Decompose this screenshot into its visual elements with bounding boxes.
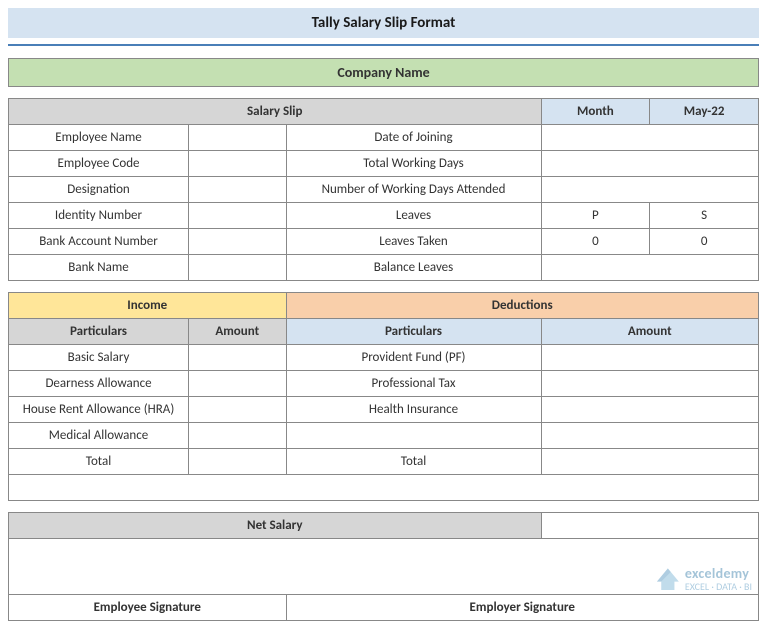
field-label: Bank Name — [9, 255, 189, 281]
income-total-label: Total — [9, 449, 189, 475]
company-name: Company Name — [9, 59, 759, 87]
deduction-amount[interactable] — [541, 423, 759, 449]
leaves-col-s: S — [650, 203, 759, 229]
field-value[interactable] — [541, 125, 759, 151]
blank-row — [9, 475, 759, 501]
col-particulars: Particulars — [9, 319, 189, 345]
net-salary-amount[interactable] — [541, 513, 759, 539]
income-total-amount[interactable] — [189, 449, 287, 475]
deduction-item: Professional Tax — [286, 371, 541, 397]
deduction-item — [286, 423, 541, 449]
deductions-header: Deductions — [286, 293, 759, 319]
title-rule — [8, 44, 759, 46]
field-label: Number of Working Days Attended — [286, 177, 541, 203]
field-label: Employee Code — [9, 151, 189, 177]
watermark: exceldemy EXCEL · DATA · BI — [657, 567, 752, 592]
salary-slip-table: Company Name Salary Slip Month May-22 Em… — [8, 58, 759, 621]
deduction-amount[interactable] — [541, 397, 759, 423]
income-amount[interactable] — [189, 345, 287, 371]
income-amount[interactable] — [189, 371, 287, 397]
income-amount[interactable] — [189, 397, 287, 423]
field-value[interactable] — [189, 229, 287, 255]
employer-signature-label: Employer Signature — [286, 595, 759, 621]
field-label: Employee Name — [9, 125, 189, 151]
field-value[interactable] — [541, 255, 759, 281]
month-value: May-22 — [650, 99, 759, 125]
field-label: Leaves Taken — [286, 229, 541, 255]
leaves-col-p: P — [541, 203, 650, 229]
income-header: Income — [9, 293, 287, 319]
deduction-total-amount[interactable] — [541, 449, 759, 475]
field-label: Designation — [9, 177, 189, 203]
page-title: Tally Salary Slip Format — [8, 8, 759, 38]
field-label: Identity Number — [9, 203, 189, 229]
house-icon — [657, 568, 679, 590]
field-value[interactable] — [189, 151, 287, 177]
field-value[interactable] — [189, 125, 287, 151]
deduction-amount[interactable] — [541, 345, 759, 371]
income-item: Basic Salary — [9, 345, 189, 371]
field-value[interactable] — [541, 151, 759, 177]
leaves-taken-s[interactable]: 0 — [650, 229, 759, 255]
field-label: Bank Account Number — [9, 229, 189, 255]
watermark-brand: exceldemy — [685, 567, 752, 582]
income-item: Medical Allowance — [9, 423, 189, 449]
field-value[interactable] — [189, 255, 287, 281]
deduction-amount[interactable] — [541, 371, 759, 397]
deduction-total-label: Total — [286, 449, 541, 475]
col-amount: Amount — [541, 319, 759, 345]
field-label: Leaves — [286, 203, 541, 229]
leaves-taken-p[interactable]: 0 — [541, 229, 650, 255]
income-amount[interactable] — [189, 423, 287, 449]
deduction-item: Provident Fund (PF) — [286, 345, 541, 371]
field-label: Total Working Days — [286, 151, 541, 177]
net-salary-label: Net Salary — [9, 513, 542, 539]
col-particulars: Particulars — [286, 319, 541, 345]
field-value[interactable] — [541, 177, 759, 203]
col-amount: Amount — [189, 319, 287, 345]
deduction-item: Health Insurance — [286, 397, 541, 423]
month-label: Month — [541, 99, 650, 125]
field-label: Balance Leaves — [286, 255, 541, 281]
field-label: Date of Joining — [286, 125, 541, 151]
field-value[interactable] — [189, 177, 287, 203]
field-value[interactable] — [189, 203, 287, 229]
income-item: House Rent Allowance (HRA) — [9, 397, 189, 423]
employee-signature-label: Employee Signature — [9, 595, 287, 621]
salary-slip-header: Salary Slip — [9, 99, 542, 125]
income-item: Dearness Allowance — [9, 371, 189, 397]
signature-space: exceldemy EXCEL · DATA · BI — [9, 539, 759, 595]
watermark-tag: EXCEL · DATA · BI — [685, 580, 752, 593]
